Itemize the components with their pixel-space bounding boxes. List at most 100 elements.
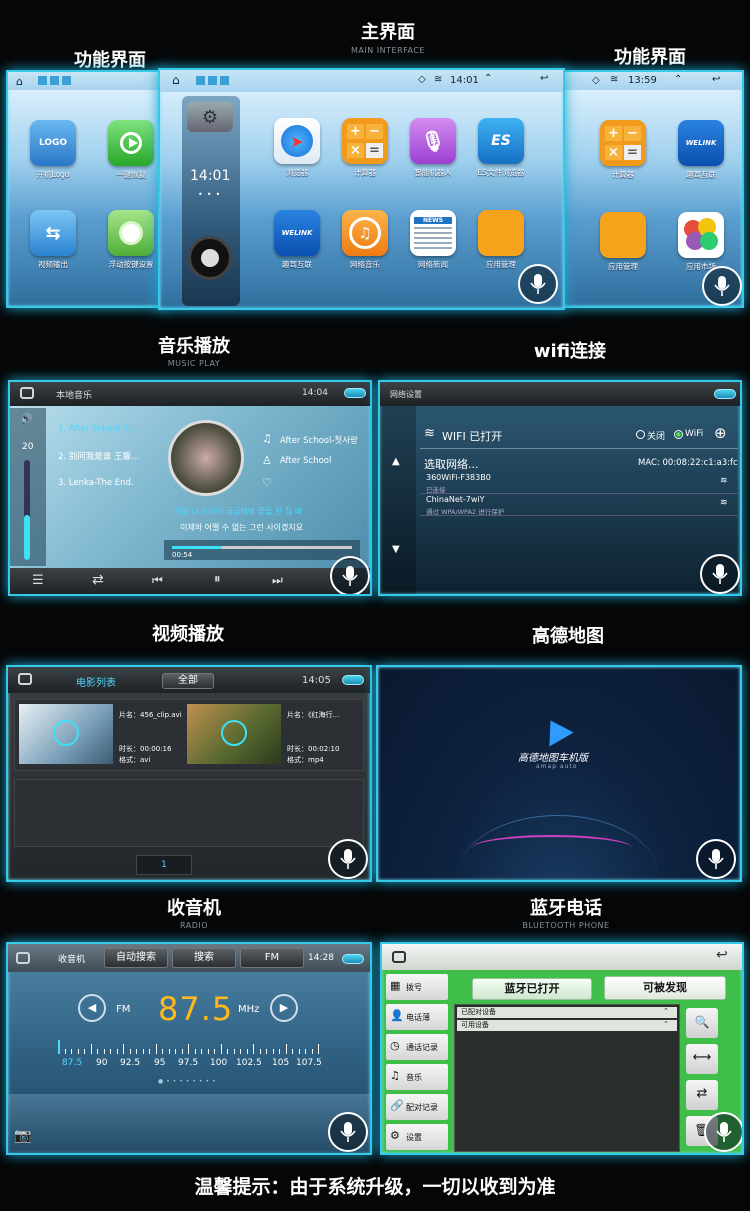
frequency-scale[interactable]: [58, 1038, 322, 1054]
previous-icon[interactable]: ⏮: [152, 573, 163, 588]
app-welink[interactable]: WELINK 趣驾互联: [272, 210, 322, 270]
paired-devices-row[interactable]: 已配对设备 ⌃: [457, 1007, 677, 1018]
voice-button[interactable]: [328, 1112, 368, 1152]
repeat-icon[interactable]: ⇄: [92, 572, 104, 588]
chevron-up-icon[interactable]: ⌃: [674, 74, 682, 85]
menu-square-button[interactable]: [16, 952, 30, 964]
network-row[interactable]: ChinaNet-7wiY 通过 WPA/WPA2 进行保护 ≋: [420, 494, 738, 516]
seek-forward-button[interactable]: ▶: [270, 994, 298, 1022]
connect-button[interactable]: ⟷: [686, 1044, 718, 1074]
menu-square-button[interactable]: [392, 951, 406, 963]
heart-icon[interactable]: ♡: [262, 476, 272, 489]
header-func-right: 功能界面: [614, 47, 686, 68]
chevron-up-icon[interactable]: ⌃: [484, 73, 492, 84]
scale-tick: [207, 1049, 209, 1054]
app-label: 网络音乐: [350, 260, 380, 269]
home-circle-button[interactable]: [188, 236, 232, 280]
filter-button[interactable]: 全部: [162, 673, 214, 689]
scale-label: 105: [272, 1058, 290, 1068]
add-icon[interactable]: ⊕: [714, 424, 727, 442]
home-icon[interactable]: ⌂: [172, 73, 180, 87]
radio-off[interactable]: [636, 430, 645, 439]
voice-button[interactable]: [704, 1112, 742, 1152]
app-float-button-settings[interactable]: 浮动按键设置: [106, 210, 156, 270]
voice-button[interactable]: [696, 839, 736, 879]
voice-button[interactable]: [518, 264, 558, 304]
menu-item-settings[interactable]: ⚙ 设置: [386, 1124, 448, 1150]
app-label: 应用管理: [486, 260, 516, 269]
app-calculator[interactable]: + − × = 计算器: [598, 120, 648, 180]
menu-item-music[interactable]: ♫ 音乐: [386, 1064, 448, 1090]
app-manager[interactable]: 应用管理: [598, 212, 648, 272]
playlist-item[interactable]: 3. Lenka-The End.: [58, 478, 134, 488]
settings-icon[interactable]: ⚙: [187, 102, 233, 132]
playlist-item[interactable]: 2. 别问我是谁 王馨...: [58, 450, 139, 462]
back-icon[interactable]: ↩: [712, 74, 720, 85]
page-number[interactable]: 1: [161, 860, 167, 870]
volume-slider[interactable]: [24, 460, 30, 560]
auto-search-button[interactable]: 自动搜索: [104, 948, 168, 968]
menu-item-call-log[interactable]: ◷ 通话记录: [386, 1034, 448, 1060]
app-welink[interactable]: WELINK 趣驾互联: [676, 120, 726, 180]
menu-item-pair-log[interactable]: 🔗 配对记录: [386, 1094, 448, 1120]
back-icon[interactable]: ↩: [716, 947, 728, 963]
home-icon[interactable]: ⌂: [16, 75, 23, 88]
play-icon: [53, 720, 79, 746]
progress-bar[interactable]: 00:54: [164, 540, 360, 560]
playlist-item-active[interactable]: 1. After School-첫...: [58, 422, 139, 434]
app-robot[interactable]: 🎙 智能机器人: [408, 118, 458, 178]
scale-tick: [188, 1044, 189, 1054]
app-boot-logo[interactable]: LOGO 开机Logo: [28, 120, 78, 180]
back-icon[interactable]: ↩: [540, 73, 548, 84]
app-net-music[interactable]: ♫ 网络音乐: [340, 210, 390, 270]
search-button[interactable]: 搜索: [172, 948, 236, 968]
microphone-icon: 🎙: [410, 118, 456, 164]
voice-button[interactable]: [700, 554, 740, 594]
app-calculator[interactable]: + − × = 计算器: [340, 118, 390, 178]
seek-back-button[interactable]: ◀: [78, 994, 106, 1022]
app-one-key-restore[interactable]: 一键恢复: [106, 120, 156, 180]
arrow-up-icon[interactable]: ▲: [392, 456, 400, 467]
app-manager[interactable]: 应用管理: [476, 210, 526, 270]
pause-icon[interactable]: ⏸: [214, 572, 221, 587]
list-icon[interactable]: ☰: [32, 573, 44, 588]
back-button[interactable]: [342, 675, 364, 685]
menu-item-contacts[interactable]: 👤 电话薄: [386, 1004, 448, 1030]
network-row[interactable]: 360WiFi-F383B0 已连接 ≋: [420, 472, 738, 494]
page-dots: ●••••••••: [158, 1078, 219, 1085]
bt-on-button[interactable]: 蓝牙已打开: [472, 978, 592, 1000]
screen-title: 本地音乐: [56, 391, 93, 401]
back-button[interactable]: [344, 388, 366, 398]
app-market[interactable]: 应用市场: [676, 212, 726, 272]
search-device-button[interactable]: 🔍: [686, 1008, 718, 1038]
arrow-down-icon[interactable]: ▼: [392, 544, 400, 555]
voice-button[interactable]: [330, 556, 370, 594]
band-button[interactable]: FM: [240, 948, 304, 968]
video-thumbnail[interactable]: [19, 704, 113, 764]
preset-bar: [8, 1094, 370, 1153]
available-devices-row[interactable]: 可用设备 ⌃: [457, 1020, 677, 1031]
next-icon[interactable]: ⏭: [272, 573, 283, 588]
app-video-output[interactable]: ⇆ 视频输出: [28, 210, 78, 270]
video-duration: 时长：00:00:16: [119, 745, 172, 753]
menu-item-dial[interactable]: ▦ 拨号: [386, 974, 448, 1000]
scale-tick: [233, 1049, 235, 1054]
app-net-news[interactable]: NEWS 网络新闻: [408, 210, 458, 270]
menu-square-button[interactable]: [20, 387, 34, 399]
back-button[interactable]: [714, 389, 736, 399]
app-browser[interactable]: ➤ 浏览器: [272, 118, 322, 178]
radio-on[interactable]: [674, 430, 683, 439]
scale-tick: [58, 1040, 60, 1054]
back-button[interactable]: [342, 954, 364, 964]
app-es-file[interactable]: ES ES文件浏览器: [476, 118, 526, 178]
scale-tick: [64, 1049, 66, 1054]
microphone-icon: [340, 849, 356, 869]
menu-square-button[interactable]: [18, 673, 32, 685]
discoverable-button[interactable]: 可被发现: [604, 976, 726, 1000]
voice-button[interactable]: [328, 839, 368, 879]
video-thumbnail[interactable]: [187, 704, 281, 764]
voice-button[interactable]: [702, 266, 742, 306]
transfer-button[interactable]: ⇄: [686, 1080, 718, 1110]
scale-tick: [201, 1049, 202, 1054]
camera-icon[interactable]: 📷: [14, 1128, 31, 1144]
